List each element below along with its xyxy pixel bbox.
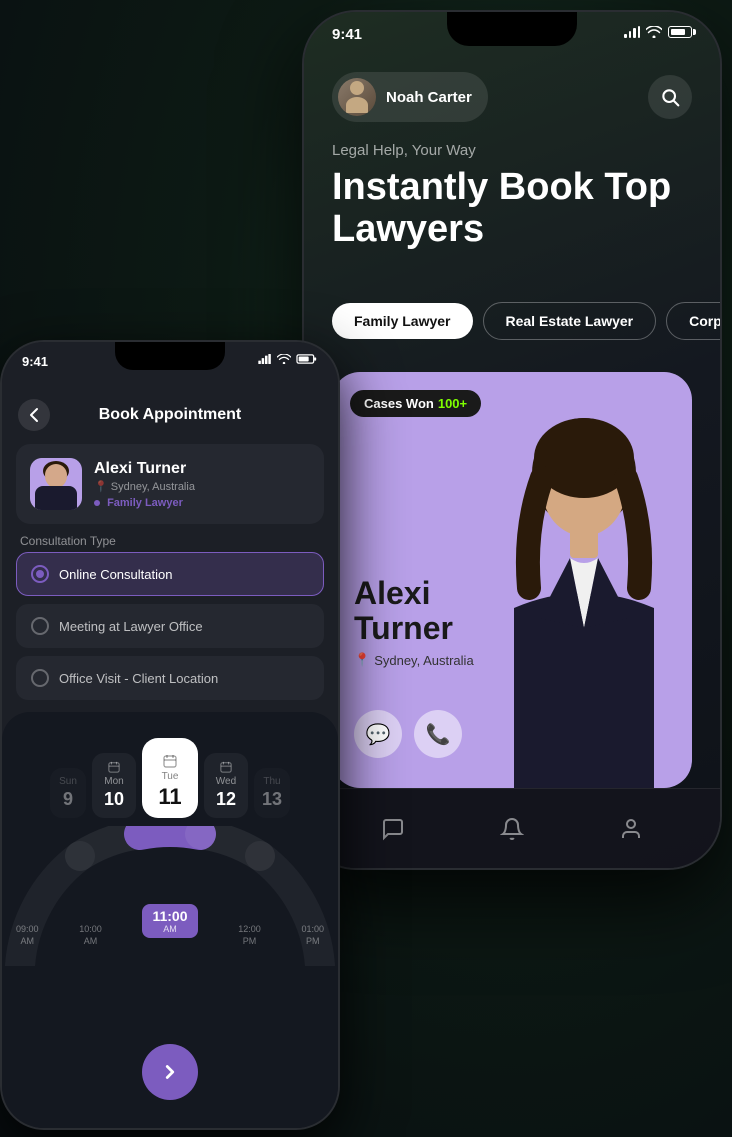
- user-name: Noah Carter: [386, 89, 472, 106]
- location-icon-small: 📍: [94, 481, 111, 493]
- nav-bell-icon[interactable]: [490, 807, 534, 851]
- message-button[interactable]: 💬: [354, 710, 402, 758]
- lawyer-silhouette-svg: [484, 408, 684, 788]
- battery-icon: [668, 26, 692, 38]
- day-number-9: 9: [63, 789, 73, 810]
- bottom-navigation: [304, 788, 720, 868]
- small-signal-icon: [258, 354, 272, 364]
- small-status-bar: 9:41: [2, 342, 338, 386]
- day-number-10: 10: [104, 789, 124, 810]
- day-selector: Sun 9 Mon 10: [2, 728, 338, 818]
- day-wednesday[interactable]: Wed 12: [204, 753, 248, 818]
- cases-badge: Cases Won 100+: [350, 390, 481, 417]
- small-header: Book Appointment: [2, 390, 338, 440]
- lawyer-name-line2: Turner: [354, 611, 474, 646]
- page-title: Book Appointment: [60, 406, 280, 424]
- time-slot-1100-active: 11:00 AM: [142, 904, 197, 938]
- calendar-icon-tue: [163, 754, 177, 768]
- location-pin-icon: 📍: [354, 652, 370, 668]
- next-button[interactable]: [142, 1044, 198, 1100]
- day-number-13: 13: [262, 789, 282, 810]
- cases-label: Cases Won: [364, 396, 434, 411]
- large-status-time: 9:41: [332, 26, 624, 43]
- day-label-tue: Tue: [162, 771, 179, 782]
- day-sunday[interactable]: Sun 9: [50, 768, 86, 818]
- time-slot-0900: 09:00 AM: [16, 924, 39, 958]
- hero-subtitle: Legal Help, Your Way: [332, 142, 692, 159]
- calendar-icon-wed: [219, 761, 233, 773]
- category-corp[interactable]: Corp: [666, 302, 722, 340]
- time-arc: 09:00 AM 10:00 AM 11:00 AM 12:00: [2, 826, 338, 966]
- day-label-mon: Mon: [104, 776, 123, 787]
- back-button[interactable]: [18, 399, 50, 431]
- next-arrow-icon: [159, 1061, 181, 1083]
- hero-section: Legal Help, Your Way Instantly Book Top …: [332, 142, 692, 251]
- lawyer-card[interactable]: Cases Won 100+: [332, 372, 692, 788]
- lawyer-name-line1: Alexi: [354, 576, 474, 611]
- consultation-options: Online Consultation Meeting at Lawyer Of…: [16, 552, 324, 700]
- lawyer-info: Alexi Turner 📍 Sydney, Australia: [354, 576, 474, 668]
- small-status-icons: [258, 354, 318, 364]
- time-labels: 09:00 AM 10:00 AM 11:00 AM 12:00: [2, 924, 338, 958]
- search-button[interactable]: [648, 75, 692, 119]
- selected-time-badge: 11:00 AM: [142, 904, 197, 938]
- avatar: [338, 78, 376, 116]
- large-phone: 9:41 Noah Carter: [302, 10, 722, 870]
- consult-office-label: Meeting at Lawyer Office: [59, 619, 203, 634]
- nav-chat-icon[interactable]: [371, 807, 415, 851]
- day-tuesday[interactable]: Tue 11: [142, 738, 198, 818]
- large-status-icons: [624, 26, 692, 38]
- small-phone: 9:41: [0, 340, 340, 1130]
- radio-office: [31, 617, 49, 635]
- search-icon: [660, 87, 680, 107]
- specialty-dot: [94, 500, 100, 506]
- nav-user-icon[interactable]: [609, 807, 653, 851]
- consult-online-label: Online Consultation: [59, 567, 172, 582]
- lawyer-strip-specialty: Family Lawyer: [94, 497, 195, 509]
- day-label-wed: Wed: [216, 776, 236, 787]
- consult-option-visit[interactable]: Office Visit - Client Location: [16, 656, 324, 700]
- user-pill[interactable]: Noah Carter: [332, 72, 488, 122]
- lawyer-info-strip: Alexi Turner 📍 Sydney, Australia Family …: [16, 444, 324, 524]
- small-status-time: 9:41: [22, 354, 258, 369]
- large-header: Noah Carter: [332, 72, 692, 122]
- action-buttons: 💬 📞: [354, 710, 462, 758]
- hero-title: Instantly Book Top Lawyers: [332, 167, 692, 251]
- lawyer-avatar: [30, 458, 82, 510]
- day-thursday[interactable]: Thu 13: [254, 768, 290, 818]
- time-slot-1200: 12:00 PM: [238, 924, 261, 958]
- lawyer-strip-location: 📍 Sydney, Australia: [94, 480, 195, 493]
- day-number-12: 12: [216, 789, 236, 810]
- lawyer-location: 📍 Sydney, Australia: [354, 652, 474, 668]
- day-label-thu: Thu: [263, 776, 280, 787]
- lawyer-image: [476, 372, 692, 788]
- day-monday[interactable]: Mon 10: [92, 753, 136, 818]
- consult-visit-label: Office Visit - Client Location: [59, 671, 218, 686]
- wifi-icon: [646, 26, 662, 38]
- lawyer-strip-name: Alexi Turner: [94, 460, 195, 478]
- consult-option-office[interactable]: Meeting at Lawyer Office: [16, 604, 324, 648]
- consultation-label: Consultation Type: [20, 534, 116, 548]
- time-slot-0100: 01:00 PM: [301, 924, 324, 958]
- day-label-sun: Sun: [59, 776, 77, 787]
- call-button[interactable]: 📞: [414, 710, 462, 758]
- day-number-11: 11: [158, 784, 181, 810]
- category-real-estate-lawyer[interactable]: Real Estate Lawyer: [483, 302, 657, 340]
- lawyer-strip-details: Alexi Turner 📍 Sydney, Australia Family …: [94, 460, 195, 509]
- radio-visit: [31, 669, 49, 687]
- time-slot-1000: 10:00 AM: [79, 924, 102, 958]
- radio-online: [31, 565, 49, 583]
- lawyer-small-silhouette: [30, 458, 82, 510]
- category-pills: Family Lawyer Real Estate Lawyer Corp: [332, 302, 722, 340]
- large-status-bar: 9:41: [304, 12, 720, 64]
- signal-icon: [624, 26, 640, 38]
- calendar-icon-mon: [107, 761, 121, 773]
- calendar-area: Sun 9 Mon 10: [2, 712, 338, 1128]
- small-battery-icon: [296, 354, 318, 364]
- cases-count: 100+: [438, 396, 467, 411]
- category-family-lawyer[interactable]: Family Lawyer: [332, 303, 473, 339]
- avatar-image: [343, 81, 371, 113]
- consult-option-online[interactable]: Online Consultation: [16, 552, 324, 596]
- small-wifi-icon: [277, 354, 291, 364]
